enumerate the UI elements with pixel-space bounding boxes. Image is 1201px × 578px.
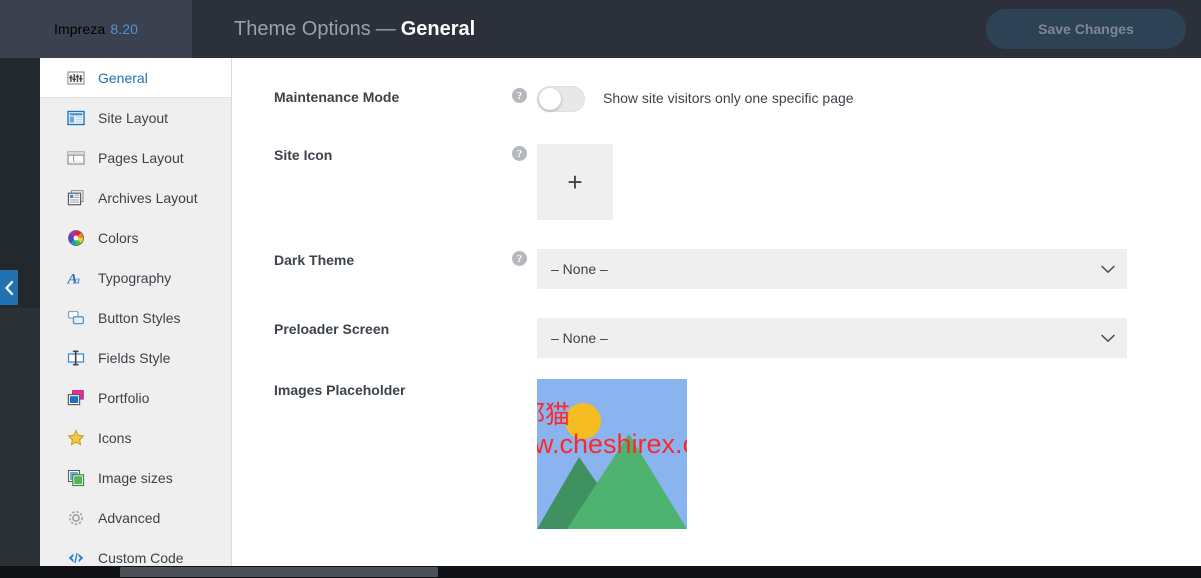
row-images-placeholder: Images Placeholder 柴郡猫 www.cheshirex.com <box>232 379 1201 529</box>
sidebar-item-label: Advanced <box>98 510 160 526</box>
preloader-screen-selected-value: – None – <box>551 330 608 346</box>
pages-layout-icon <box>66 148 86 168</box>
chevron-down-icon <box>1101 261 1115 277</box>
dark-theme-select[interactable]: – None – <box>537 249 1127 289</box>
preloader-screen-field: – None – <box>537 318 1201 358</box>
toggle-knob <box>539 88 561 110</box>
top-bar-main: Theme Options—General Save Changes <box>192 0 1201 58</box>
row-site-icon: Site Icon ? + <box>232 144 1201 220</box>
page-title-current: General <box>401 18 475 40</box>
maintenance-mode-field: Show site visitors only one specific pag… <box>537 86 1201 112</box>
options-content: Maintenance Mode ? Show site visitors on… <box>232 58 1201 578</box>
color-wheel-icon <box>66 228 86 248</box>
brand-version: 8.20 <box>110 21 138 37</box>
sidebar-item-icons[interactable]: Icons <box>40 418 231 458</box>
sidebar-item-label: Fields Style <box>98 350 170 366</box>
sidebar-item-label: Archives Layout <box>98 190 198 206</box>
help-icon-site-icon[interactable]: ? <box>512 146 527 161</box>
archives-layout-icon <box>66 188 86 208</box>
site-icon-label: Site Icon <box>274 144 512 164</box>
portfolio-icon <box>66 388 86 408</box>
sidebar-item-site-layout[interactable]: Site Layout <box>40 98 231 138</box>
chevron-left-icon <box>4 281 14 295</box>
horizontal-scrollbar[interactable] <box>0 566 1201 578</box>
sidebar-item-label: Image sizes <box>98 470 173 486</box>
preloader-screen-select[interactable]: – None – <box>537 318 1127 358</box>
site-icon-upload-button[interactable]: + <box>537 144 613 220</box>
sidebar-item-fields-style[interactable]: Fields Style <box>40 338 231 378</box>
preloader-screen-label: Preloader Screen <box>274 318 512 338</box>
page-title: Theme Options—General <box>234 18 475 41</box>
sidebar-item-label: Icons <box>98 430 131 446</box>
help-icon-placeholder <box>512 320 527 335</box>
svg-text:a: a <box>75 275 81 287</box>
options-sidebar: General Site Layout <box>40 58 232 578</box>
page-title-prefix: Theme Options <box>234 18 371 40</box>
images-placeholder-label: Images Placeholder <box>274 379 512 399</box>
sidebar-item-label: Custom Code <box>98 550 184 566</box>
equalizer-icon <box>66 68 86 88</box>
sidebar-item-colors[interactable]: Colors <box>40 218 231 258</box>
save-changes-button[interactable]: Save Changes <box>986 9 1186 49</box>
sidebar-item-general[interactable]: General <box>40 58 231 98</box>
code-icon <box>66 548 86 568</box>
sidebar-item-label: Pages Layout <box>98 150 184 166</box>
plus-icon: + <box>567 169 582 195</box>
maintenance-mode-label: Maintenance Mode <box>274 86 512 106</box>
fields-style-icon <box>66 348 86 368</box>
image-sizes-icon <box>66 468 86 488</box>
row-preloader-screen: Preloader Screen – None – <box>232 318 1201 358</box>
top-bar: Impreza 8.20 Theme Options—General Save … <box>0 0 1201 58</box>
help-icon-dark-theme[interactable]: ? <box>512 251 527 266</box>
sidebar-item-label: Button Styles <box>98 310 181 326</box>
sidebar-item-typography[interactable]: A a Typography <box>40 258 231 298</box>
brand-logo: Impreza 8.20 <box>0 0 192 58</box>
sidebar-item-portfolio[interactable]: Portfolio <box>40 378 231 418</box>
sidebar-item-label: General <box>98 70 148 86</box>
page-title-separator: — <box>376 18 396 40</box>
sidebar-item-advanced[interactable]: Advanced <box>40 498 231 538</box>
row-dark-theme: Dark Theme ? – None – <box>232 249 1201 289</box>
scrollbar-thumb[interactable] <box>120 567 438 577</box>
collapse-sidebar-tab[interactable] <box>0 270 18 305</box>
body-wrapper: General Site Layout <box>0 58 1201 578</box>
brand-name: Impreza <box>54 21 105 37</box>
sidebar-item-image-sizes[interactable]: Image sizes <box>40 458 231 498</box>
maintenance-mode-description: Show site visitors only one specific pag… <box>603 86 854 106</box>
site-layout-icon <box>66 108 86 128</box>
help-icon-placeholder <box>512 381 527 396</box>
sidebar-item-pages-layout[interactable]: Pages Layout <box>40 138 231 178</box>
dark-theme-label: Dark Theme <box>274 249 512 269</box>
chevron-down-icon <box>1101 330 1115 346</box>
sidebar-item-label: Colors <box>98 230 138 246</box>
sidebar-item-label: Site Layout <box>98 110 168 126</box>
row-maintenance-mode: Maintenance Mode ? Show site visitors on… <box>232 86 1201 112</box>
theme-options-app: Impreza 8.20 Theme Options—General Save … <box>0 0 1201 578</box>
sidebar-item-label: Typography <box>98 270 171 286</box>
sidebar-item-label: Portfolio <box>98 390 149 406</box>
button-styles-icon <box>66 308 86 328</box>
sidebar-item-archives-layout[interactable]: Archives Layout <box>40 178 231 218</box>
star-icon <box>66 428 86 448</box>
site-icon-field: + <box>537 144 1201 220</box>
images-placeholder-preview[interactable]: 柴郡猫 www.cheshirex.com <box>537 379 687 529</box>
images-placeholder-field: 柴郡猫 www.cheshirex.com <box>537 379 1201 529</box>
dark-theme-selected-value: – None – <box>551 261 608 277</box>
gear-icon <box>66 508 86 528</box>
dark-theme-field: – None – <box>537 249 1201 289</box>
admin-rail-lower <box>0 308 40 578</box>
sidebar-item-button-styles[interactable]: Button Styles <box>40 298 231 338</box>
maintenance-mode-toggle[interactable] <box>537 86 585 112</box>
help-icon-maintenance-mode[interactable]: ? <box>512 88 527 103</box>
typography-icon: A a <box>66 268 86 288</box>
